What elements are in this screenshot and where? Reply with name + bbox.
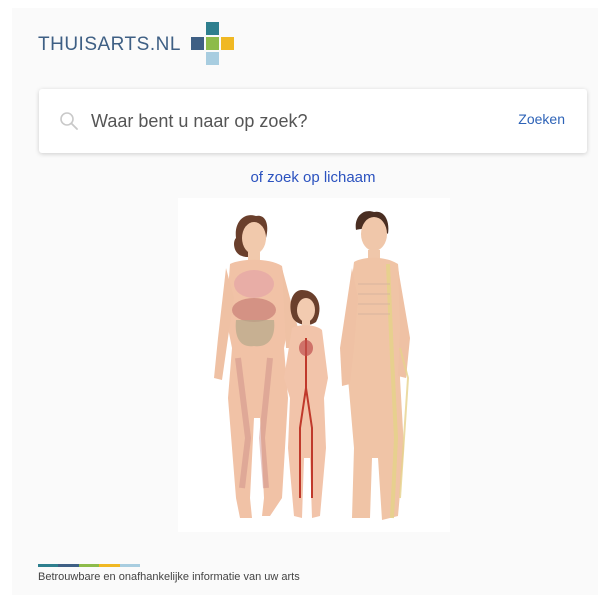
search-icon [60, 112, 78, 130]
search-input[interactable] [89, 105, 473, 137]
search-bar: Zoeken [39, 89, 587, 153]
man-figure[interactable] [340, 211, 410, 520]
woman-figure[interactable] [214, 215, 298, 518]
logo-cross-icon [190, 22, 235, 68]
search-button[interactable]: Zoeken [518, 111, 565, 127]
body-search-link[interactable]: of zoek op lichaam [0, 169, 600, 186]
site-logo[interactable]: THUISARTS.NL [38, 22, 235, 68]
site-tagline: Betrouwbare en onafhankelijke informatie… [38, 571, 300, 583]
logo-text: THUISARTS.NL [38, 34, 181, 55]
body-map-image[interactable] [178, 198, 450, 532]
brand-color-bar [38, 564, 141, 567]
